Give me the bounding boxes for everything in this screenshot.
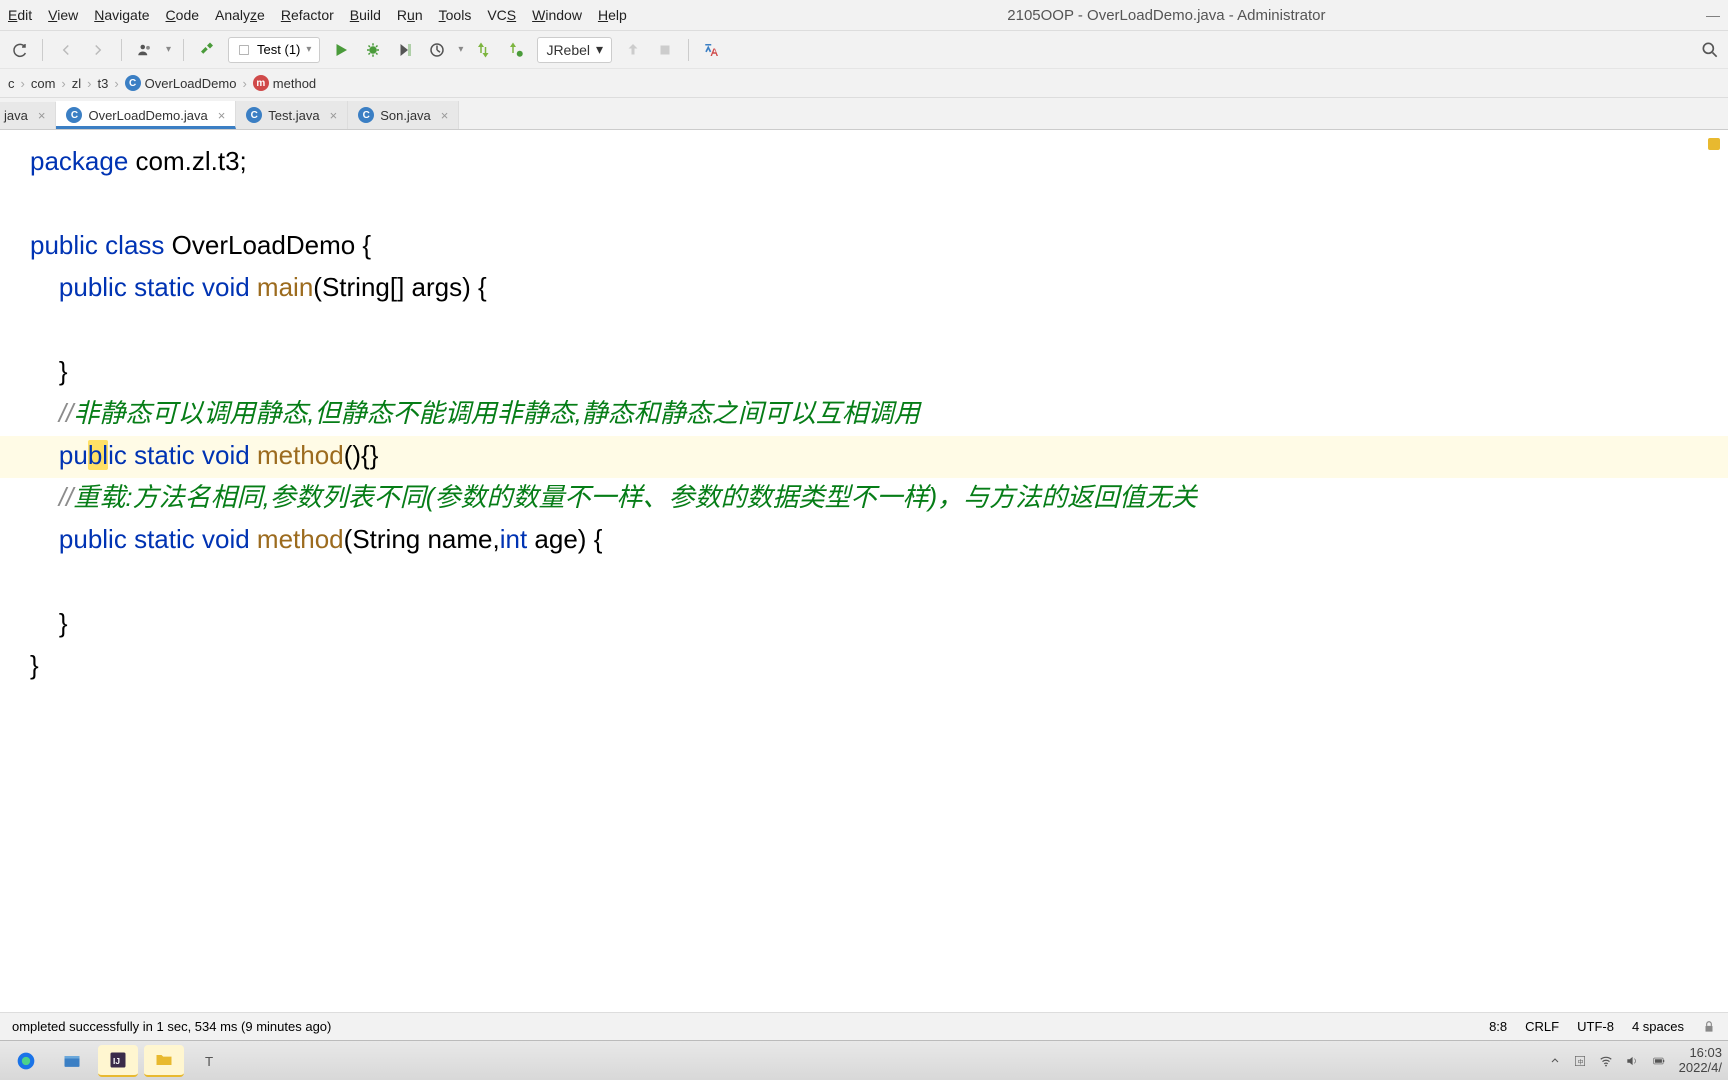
menubar: Edit View Navigate Code Analyze Refactor… (0, 0, 1728, 30)
close-icon[interactable]: × (218, 108, 226, 123)
warning-stripe-icon[interactable] (1708, 138, 1720, 150)
breadcrumb-bar: c › com › zl › t3 › C OverLoadDemo › m m… (0, 68, 1728, 98)
menu-window[interactable]: Window (532, 7, 582, 23)
file-encoding[interactable]: UTF-8 (1577, 1019, 1614, 1034)
class-icon: C (125, 75, 141, 91)
tray-battery-icon[interactable] (1651, 1054, 1667, 1068)
back-button[interactable] (55, 39, 77, 61)
class-icon: C (66, 107, 82, 123)
code-editor[interactable]: package com.zl.t3; public class OverLoad… (0, 130, 1728, 1012)
breadcrumb-2[interactable]: zl (72, 76, 81, 91)
hammer-icon[interactable] (196, 39, 218, 61)
indent-config[interactable]: 4 spaces (1632, 1019, 1684, 1034)
run-button[interactable] (330, 39, 352, 61)
editor-tabs: java × C OverLoadDemo.java × C Test.java… (0, 98, 1728, 130)
class-icon: C (358, 107, 374, 123)
tab-test[interactable]: C Test.java × (236, 101, 348, 129)
menu-run[interactable]: Run (397, 7, 423, 23)
method-icon: m (253, 75, 269, 91)
chevron-down-icon: ▾ (596, 41, 603, 58)
task-folder[interactable] (144, 1045, 184, 1077)
task-intellij[interactable]: IJ (98, 1045, 138, 1077)
stop-button (654, 39, 676, 61)
breadcrumb-1[interactable]: com (31, 76, 56, 91)
os-taskbar: IJ T 中 16:03 2022/4/ (0, 1040, 1728, 1080)
menu-analyze[interactable]: Analyze (215, 7, 265, 23)
menu-code[interactable]: Code (166, 7, 199, 23)
menu-view[interactable]: View (48, 7, 78, 23)
minimize-button[interactable]: — (1706, 7, 1720, 23)
breadcrumb-0[interactable]: c (8, 76, 15, 91)
tray-wifi-icon[interactable] (1599, 1054, 1613, 1068)
close-icon[interactable]: × (330, 108, 338, 123)
sync-icon[interactable] (8, 39, 30, 61)
status-message: ompleted successfully in 1 sec, 534 ms (… (12, 1019, 331, 1034)
system-tray: 中 16:03 2022/4/ (1549, 1046, 1722, 1076)
menu-tools[interactable]: Tools (439, 7, 472, 23)
caret-position[interactable]: 8:8 (1489, 1019, 1507, 1034)
jrebel-run-icon[interactable] (473, 39, 495, 61)
svg-text:IJ: IJ (113, 1056, 120, 1066)
jrebel-dropdown[interactable]: JRebel ▾ (537, 37, 612, 63)
users-icon[interactable] (134, 39, 156, 61)
tab-java[interactable]: java × (0, 102, 56, 129)
tray-clock[interactable]: 16:03 2022/4/ (1679, 1046, 1722, 1076)
tab-son[interactable]: C Son.java × (348, 101, 459, 129)
svg-text:中: 中 (1577, 1057, 1583, 1065)
status-bar: ompleted successfully in 1 sec, 534 ms (… (0, 1012, 1728, 1040)
menu-help[interactable]: Help (598, 7, 627, 23)
close-icon[interactable]: × (38, 108, 46, 123)
menu-navigate[interactable]: Navigate (94, 7, 149, 23)
close-icon[interactable]: × (441, 108, 449, 123)
menu-edit[interactable]: Edit (8, 7, 32, 23)
git-update-icon (622, 39, 644, 61)
search-everywhere-icon[interactable] (1700, 40, 1720, 60)
svg-text:T: T (205, 1054, 213, 1069)
main-toolbar: ▾ Test (1) ▾ ▾ JRebel ▾ (0, 30, 1728, 68)
tray-sound-icon[interactable] (1625, 1054, 1639, 1068)
profile-button[interactable] (426, 39, 448, 61)
tray-ime-icon[interactable]: 中 (1573, 1054, 1587, 1068)
tray-chevron-icon[interactable] (1549, 1055, 1561, 1067)
coverage-button[interactable] (394, 39, 416, 61)
jrebel-debug-icon[interactable] (505, 39, 527, 61)
jrebel-label: JRebel (546, 42, 590, 58)
task-explorer[interactable] (52, 1045, 92, 1077)
tab-overloaddemo[interactable]: C OverLoadDemo.java × (56, 101, 236, 129)
breadcrumb-5[interactable]: m method (253, 75, 316, 91)
chevron-down-icon: ▾ (306, 44, 311, 55)
translate-icon[interactable] (701, 39, 723, 61)
run-config-selector[interactable]: Test (1) ▾ (228, 37, 320, 63)
line-separator[interactable]: CRLF (1525, 1019, 1559, 1034)
breadcrumb-4[interactable]: C OverLoadDemo (125, 75, 237, 91)
menu-refactor[interactable]: Refactor (281, 7, 334, 23)
forward-button[interactable] (87, 39, 109, 61)
debug-button[interactable] (362, 39, 384, 61)
menu-vcs[interactable]: VCS (487, 7, 516, 23)
task-typora[interactable]: T (190, 1045, 230, 1077)
lock-icon[interactable] (1702, 1020, 1716, 1034)
class-icon: C (246, 107, 262, 123)
task-edge[interactable] (6, 1045, 46, 1077)
window-title: 2105OOP - OverLoadDemo.java - Administra… (643, 7, 1690, 24)
run-config-label: Test (1) (257, 42, 300, 57)
menu-build[interactable]: Build (350, 7, 381, 23)
breadcrumb-3[interactable]: t3 (97, 76, 108, 91)
